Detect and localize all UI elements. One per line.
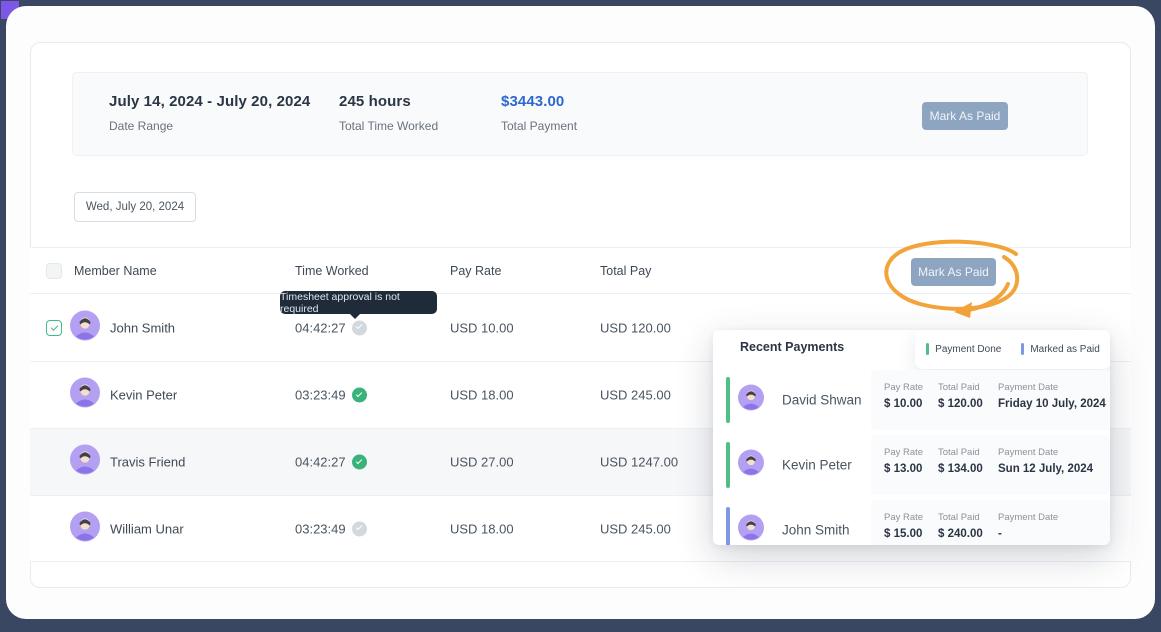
approval-status-icon[interactable] (352, 455, 367, 470)
payment-date-col: Payment Date - (998, 512, 1058, 540)
payment-done-swatch (926, 343, 929, 355)
total-payment-label: Total Payment (501, 119, 577, 133)
avatar (738, 385, 764, 416)
stat-total-payment: $3443.00 Total Payment (501, 93, 577, 133)
approval-status-icon[interactable] (352, 320, 367, 335)
tooltip: Timesheet approval is not required (280, 291, 437, 314)
payee-name: Kevin Peter (782, 458, 852, 473)
check-icon (356, 323, 362, 329)
time-worked: 04:42:27 (295, 455, 346, 470)
summary-bar: July 14, 2024 - July 20, 2024 Date Range… (72, 72, 1088, 156)
status-bar (726, 507, 730, 545)
avatar (70, 445, 100, 480)
total-paid-col: Total Paid $ 120.00 (938, 382, 983, 410)
total-pay: USD 245.00 (600, 521, 671, 536)
total-pay: USD 1247.00 (600, 455, 678, 470)
approval-status-icon[interactable] (352, 388, 367, 403)
col-header-total: Total Pay (600, 264, 651, 278)
row-checkbox-checked[interactable] (46, 320, 62, 336)
total-payment-value: $3443.00 (501, 93, 577, 110)
check-icon (356, 524, 362, 530)
recent-payments-panel: Recent Payments Payment Done Marked as P… (713, 330, 1110, 545)
payment-date-col: Payment Date Friday 10 July, 2024 (998, 382, 1106, 410)
col-header-member: Member Name (74, 264, 157, 278)
legend-payment-done: Payment Done (926, 343, 1001, 355)
member-name: Travis Friend (110, 455, 185, 470)
avatar (738, 515, 764, 546)
payment-row[interactable]: David Shwan Pay Rate $ 10.00 Total Paid … (713, 368, 1110, 432)
payment-row[interactable]: Kevin Peter Pay Rate $ 13.00 Total Paid … (713, 433, 1110, 497)
time-worked: 03:23:49 (295, 388, 346, 403)
col-header-rate: Pay Rate (450, 264, 501, 278)
payment-row[interactable]: John Smith Pay Rate $ 15.00 Total Paid $… (713, 498, 1110, 545)
stat-total-time: 245 hours Total Time Worked (339, 93, 438, 133)
avatar (70, 310, 100, 345)
status-bar (726, 442, 730, 488)
status-bar (726, 377, 730, 423)
check-icon (356, 457, 362, 463)
check-icon (356, 390, 362, 396)
date-range-value: July 14, 2024 - July 20, 2024 (109, 93, 310, 110)
member-name: Kevin Peter (110, 388, 177, 403)
total-paid-col: Total Paid $ 134.00 (938, 447, 983, 475)
time-worked: 03:23:49 (295, 521, 346, 536)
date-chip[interactable]: Wed, July 20, 2024 (74, 192, 196, 222)
total-paid-col: Total Paid $ 240.00 (938, 512, 983, 540)
tooltip-caret (350, 314, 360, 319)
col-header-time: Time Worked (295, 264, 369, 278)
recent-payments-title: Recent Payments (740, 340, 844, 354)
marked-as-paid-swatch (1021, 343, 1024, 355)
total-pay: USD 120.00 (600, 320, 671, 335)
pay-rate: USD 18.00 (450, 388, 514, 403)
member-name: William Unar (110, 521, 184, 536)
payee-name: David Shwan (782, 393, 862, 408)
avatar (738, 450, 764, 481)
date-range-label: Date Range (109, 119, 310, 133)
member-name: John Smith (110, 320, 175, 335)
check-icon (51, 323, 59, 331)
stat-date-range: July 14, 2024 - July 20, 2024 Date Range (109, 93, 310, 133)
payment-date-col: Payment Date Sun 12 July, 2024 (998, 447, 1093, 475)
total-time-label: Total Time Worked (339, 119, 438, 133)
table-header: Member Name Time Worked Pay Rate Total P… (30, 247, 1131, 294)
payee-name: John Smith (782, 523, 850, 538)
avatar (70, 378, 100, 413)
mark-as-paid-button-table[interactable]: Mark As Paid (911, 258, 996, 286)
pay-rate: USD 10.00 (450, 320, 514, 335)
pay-rate: USD 27.00 (450, 455, 514, 470)
pay-rate-col: Pay Rate $ 15.00 (884, 512, 923, 540)
screen: July 14, 2024 - July 20, 2024 Date Range… (0, 0, 1161, 632)
pay-rate-col: Pay Rate $ 10.00 (884, 382, 923, 410)
time-worked: 04:42:27 (295, 320, 346, 335)
total-pay: USD 245.00 (600, 388, 671, 403)
avatar (70, 511, 100, 546)
select-all-checkbox[interactable] (46, 263, 62, 279)
payments-legend: Payment Done Marked as Paid (915, 330, 1110, 369)
approval-status-icon[interactable] (352, 521, 367, 536)
total-time-value: 245 hours (339, 93, 438, 110)
pay-rate: USD 18.00 (450, 521, 514, 536)
legend-marked-as-paid: Marked as Paid (1021, 343, 1099, 355)
tooltip-text: Timesheet approval is not required (280, 291, 437, 315)
pay-rate-col: Pay Rate $ 13.00 (884, 447, 923, 475)
mark-as-paid-button-summary[interactable]: Mark As Paid (922, 102, 1008, 130)
